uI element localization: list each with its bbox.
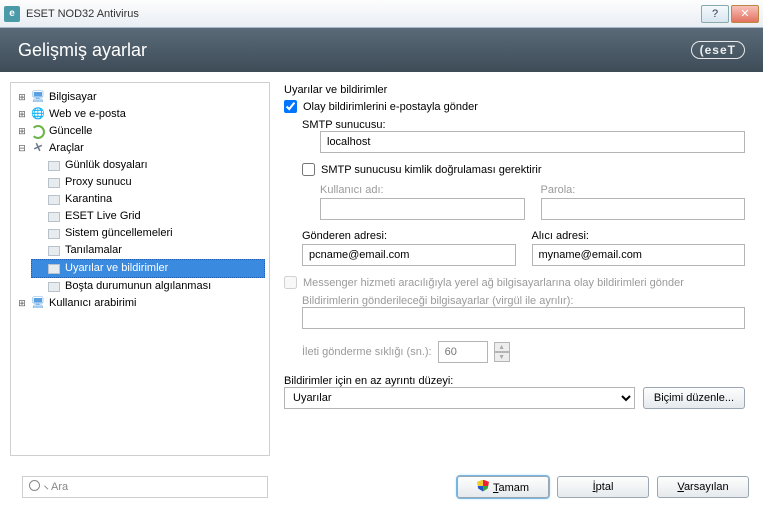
tree-node-tools[interactable]: ⊟ Araçlar	[15, 140, 265, 157]
edit-format-button[interactable]: Biçimi düzenle...	[643, 387, 745, 409]
from-input[interactable]	[302, 244, 516, 266]
item-icon	[47, 262, 61, 276]
username-input	[320, 198, 525, 220]
messenger-label: Messenger hizmeti aracılığıyla yerel ağ …	[303, 277, 684, 289]
messenger-targets-label: Bildirimlerin gönderileceği bilgisayarla…	[302, 295, 573, 307]
item-icon	[47, 280, 61, 294]
tree-node-quarantine[interactable]: Karantina	[31, 191, 265, 208]
send-email-input[interactable]	[284, 100, 297, 113]
tree-node-idle[interactable]: Boşta durumunun algılanması	[31, 278, 265, 295]
spin-down-icon: ▼	[494, 352, 510, 362]
cancel-button[interactable]: İptal	[557, 476, 649, 498]
messenger-input	[284, 276, 297, 289]
app-icon: e	[4, 6, 20, 22]
form-pane: Uyarılar ve bildirimler Olay bildirimler…	[280, 72, 763, 466]
shield-icon	[477, 480, 491, 494]
tree-label: Araçlar	[49, 140, 84, 157]
tree-node-livegrid[interactable]: ESET Live Grid	[31, 208, 265, 225]
item-icon	[47, 176, 61, 190]
expand-icon[interactable]: ⊞	[17, 89, 27, 106]
password-label: Parola:	[541, 184, 746, 196]
search-placeholder: Ara	[51, 481, 68, 493]
interval-spinner: ▲ ▼	[494, 342, 510, 362]
collapse-icon[interactable]: ⊟	[17, 140, 27, 157]
item-icon	[47, 159, 61, 173]
expand-icon[interactable]: ⊞	[17, 106, 27, 123]
tree-label: Proxy sunucu	[65, 174, 132, 191]
settings-tree[interactable]: ⊞🖥Bilgisayar ⊞🌐Web ve e-posta ⊞Güncelle …	[15, 89, 265, 312]
tree-label: Boşta durumunun algılanması	[65, 278, 211, 295]
item-icon	[47, 193, 61, 207]
smtp-auth-label: SMTP sunucusu kimlik doğrulaması gerekti…	[321, 164, 541, 176]
send-email-checkbox[interactable]: Olay bildirimlerini e-postayla gönder	[284, 100, 745, 113]
from-label: Gönderen adresi:	[302, 230, 516, 242]
section-title: Uyarılar ve bildirimler	[284, 84, 745, 96]
password-input	[541, 198, 746, 220]
tree-label: Bilgisayar	[49, 89, 97, 106]
smtp-label: SMTP sunucusu:	[302, 119, 386, 131]
tree-node-diagnostics[interactable]: Tanılamalar	[31, 242, 265, 259]
interval-input	[438, 341, 488, 363]
username-label: Kullanıcı adı:	[320, 184, 525, 196]
search-box[interactable]: Ara	[22, 476, 268, 498]
smtp-auth-input[interactable]	[302, 163, 315, 176]
tree-label: Günlük dosyaları	[65, 157, 148, 174]
tree-label: Kullanıcı arabirimi	[49, 295, 136, 312]
messenger-checkbox[interactable]: Messenger hizmeti aracılığıyla yerel ağ …	[284, 276, 745, 289]
page-title: Gelişmiş ayarlar	[18, 40, 691, 61]
expand-icon[interactable]: ⊞	[17, 123, 27, 140]
tree-node-web[interactable]: ⊞ 🌐 Web ve e-posta	[15, 106, 265, 123]
search-icon	[29, 480, 45, 494]
window-title: ESET NOD32 Antivirus	[26, 8, 701, 20]
header: Gelişmiş ayarlar (eseT	[0, 28, 763, 72]
verbosity-select[interactable]: Uyarılar	[284, 387, 635, 409]
tree-node-alerts[interactable]: Uyarılar ve bildirimler	[31, 259, 265, 278]
tree-node-computer[interactable]: ⊞ 🖥 Bilgisayar	[15, 89, 265, 106]
smtp-auth-checkbox[interactable]: SMTP sunucusu kimlik doğrulaması gerekti…	[302, 163, 745, 176]
close-button[interactable]: ✕	[731, 5, 759, 23]
globe-icon: 🌐	[31, 108, 45, 122]
item-icon	[47, 244, 61, 258]
tree-pane: ⊞🖥Bilgisayar ⊞🌐Web ve e-posta ⊞Güncelle …	[10, 82, 270, 456]
to-label: Alıcı adresi:	[532, 230, 746, 242]
tree-node-logs[interactable]: Günlük dosyaları	[31, 157, 265, 174]
tree-label: Tanılamalar	[65, 242, 122, 259]
to-input[interactable]	[532, 244, 746, 266]
interval-label: İleti gönderme sıklığı (sn.):	[302, 346, 432, 358]
spin-up-icon: ▲	[494, 342, 510, 352]
help-button[interactable]: ?	[701, 5, 729, 23]
smtp-input[interactable]	[320, 131, 745, 153]
tree-label: Sistem güncellemeleri	[65, 225, 173, 242]
tree-node-proxy[interactable]: Proxy sunucu	[31, 174, 265, 191]
default-button[interactable]: Varsayılan	[657, 476, 749, 498]
item-icon	[47, 210, 61, 224]
tree-node-ui[interactable]: ⊞ 🖥 Kullanıcı arabirimi	[15, 295, 265, 312]
expand-icon[interactable]: ⊞	[17, 295, 27, 312]
tree-label: Web ve e-posta	[49, 106, 126, 123]
tree-label: Karantina	[65, 191, 112, 208]
monitor-icon: 🖥	[31, 297, 45, 311]
tree-label: Uyarılar ve bildirimler	[65, 260, 168, 277]
tools-icon	[31, 142, 45, 156]
tree-node-update[interactable]: ⊞ Güncelle	[15, 123, 265, 140]
tree-label: ESET Live Grid	[65, 208, 141, 225]
tree-node-sysupdates[interactable]: Sistem güncellemeleri	[31, 225, 265, 242]
refresh-icon	[31, 125, 45, 139]
verbosity-label: Bildirimler için en az ayrıntı düzeyi:	[284, 375, 453, 387]
ok-button[interactable]: Tamam	[457, 476, 549, 498]
brand-logo: (eseT	[691, 41, 745, 59]
messenger-targets-input	[302, 307, 745, 329]
titlebar: e ESET NOD32 Antivirus ? ✕	[0, 0, 763, 28]
send-email-label: Olay bildirimlerini e-postayla gönder	[303, 101, 478, 113]
tree-label: Güncelle	[49, 123, 92, 140]
monitor-icon: 🖥	[31, 91, 45, 105]
item-icon	[47, 227, 61, 241]
footer: Ara Tamam İptal Varsayılan	[0, 466, 763, 506]
